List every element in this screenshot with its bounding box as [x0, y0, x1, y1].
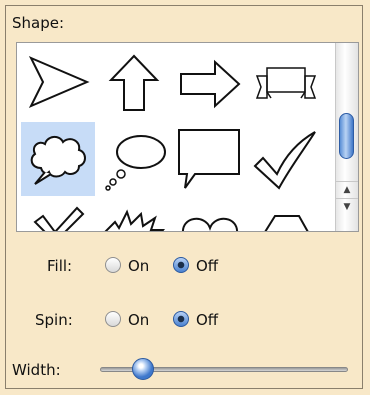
fill-off-radio[interactable] [173, 257, 189, 273]
spin-label: Spin: [35, 311, 73, 329]
speech-box-icon [178, 129, 240, 189]
spin-row: Spin: On Off [6, 308, 364, 332]
explosion-icon [104, 209, 165, 231]
spin-on-radio[interactable] [105, 311, 121, 327]
spin-off-radio[interactable] [173, 311, 189, 327]
width-label: Width: [12, 361, 61, 379]
cloud-bubble-icon [30, 136, 86, 185]
shape-gallery[interactable]: ▲ ▼ [16, 42, 359, 232]
fill-on-label[interactable]: On [128, 257, 149, 275]
fill-off-label[interactable]: Off [196, 257, 218, 275]
shape-triangle-pointer[interactable] [21, 46, 95, 120]
triangle-pointer-icon [28, 56, 90, 108]
heart-icon [182, 218, 238, 231]
arrow-up-icon [108, 54, 160, 111]
scroll-up-arrow-icon[interactable]: ▲ [336, 181, 358, 198]
shape-thought-bubble-oval[interactable] [97, 122, 171, 196]
check-mark-icon [253, 131, 316, 190]
shape-settings-panel: Shape: ▲ ▼ Fill: On Off Spin: On Off Wid… [5, 5, 363, 389]
shape-banner-scroll[interactable] [249, 46, 323, 120]
shape-check-mark-partial[interactable] [21, 198, 95, 231]
shape-trapezoid[interactable] [249, 198, 323, 231]
scrollbar-thumb[interactable] [339, 113, 354, 159]
shape-explosion[interactable] [97, 198, 171, 231]
shape-arrow-up[interactable] [97, 46, 171, 120]
shape-speech-box[interactable] [173, 122, 247, 196]
oval-bubble-icon [105, 135, 166, 191]
width-slider-knob[interactable] [131, 358, 154, 380]
shape-heart[interactable] [173, 198, 247, 231]
fill-on-radio[interactable] [105, 257, 121, 273]
banner-scroll-icon [255, 67, 317, 99]
fill-label: Fill: [47, 257, 73, 275]
gallery-scrollbar[interactable]: ▲ ▼ [335, 43, 358, 231]
scroll-down-arrow-icon[interactable]: ▼ [336, 198, 358, 215]
arrow-right-icon [180, 59, 241, 109]
shape-arrow-right[interactable] [173, 46, 247, 120]
fill-row: Fill: On Off [6, 254, 364, 278]
trapezoid-icon [264, 215, 309, 231]
spin-on-label[interactable]: On [128, 311, 149, 329]
shape-grid [21, 46, 337, 231]
shape-label: Shape: [12, 14, 65, 32]
shape-thought-bubble-cloud[interactable] [21, 122, 95, 196]
check-v-icon [33, 206, 85, 231]
shape-check-mark[interactable] [249, 122, 323, 196]
spin-off-label[interactable]: Off [196, 311, 218, 329]
